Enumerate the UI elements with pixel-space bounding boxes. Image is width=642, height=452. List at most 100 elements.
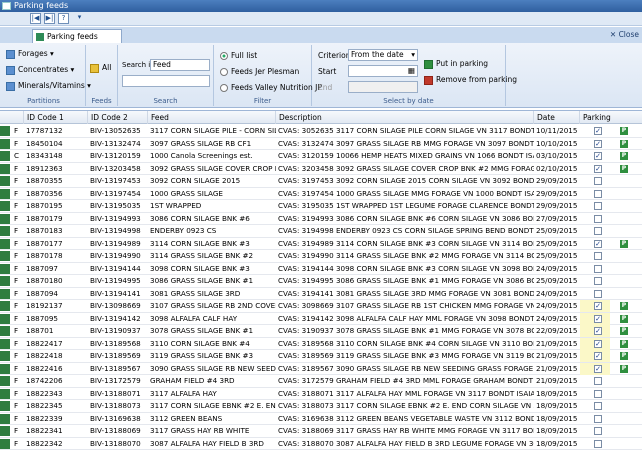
- parking-checkbox[interactable]: ✓: [594, 152, 602, 160]
- end-date-field[interactable]: [348, 81, 418, 93]
- table-row[interactable]: F 18870356 BIV-13197454 1000 GRASS SILAGE CV…: [0, 188, 642, 200]
- table-row[interactable]: F 18742206 BIV-13172579 GRAHAM FIELD #4 3RD…: [0, 375, 642, 388]
- parking-checkbox[interactable]: [594, 264, 602, 273]
- table-row[interactable]: F 18822417 BIV-13189568 3110 CORN SILAGE BN…: [0, 337, 642, 350]
- table-row[interactable]: F 18870177 BIV-13194989 3114 CORN SILAGE BN…: [0, 238, 642, 250]
- parking-checkbox[interactable]: [594, 427, 602, 435]
- table-row[interactable]: F 1887097 BIV-13194144 3098 CORN SILAGE BNK…: [0, 263, 642, 275]
- search-input[interactable]: [122, 75, 210, 87]
- filter-full-list[interactable]: Full list: [220, 51, 257, 60]
- next-record-icon[interactable]: ▶|: [44, 13, 55, 24]
- partition-cell: F: [14, 138, 19, 148]
- parking-checkbox[interactable]: [594, 214, 602, 223]
- header-id-code-2[interactable]: ID Code 2: [88, 111, 148, 124]
- help-icon[interactable]: ?: [58, 13, 69, 24]
- table-row[interactable]: F 17787132 BIV-13052635 3117 CORN SILAGE PI…: [0, 125, 642, 138]
- date-cell: 21/09/2015: [536, 351, 578, 360]
- table-row[interactable]: F 1887094 BIV-13194141 3081 GRASS SILAGE 3R…: [0, 288, 642, 300]
- date-cell: 22/09/2015: [536, 326, 578, 335]
- table-row[interactable]: F 1887095 BIV-13194142 3098 ALFALFA CALF HA…: [0, 312, 642, 325]
- parking-checkbox[interactable]: [594, 189, 602, 198]
- table-row[interactable]: F 188701 BIV-13190937 3078 GRASS SILAGE BNK…: [0, 325, 642, 338]
- start-date-field[interactable]: ▦: [348, 65, 418, 77]
- forages-icon: [6, 49, 15, 59]
- filter-jer-plesman[interactable]: Feeds Jer Plesman: [220, 67, 299, 76]
- description-cell: CVAS: 3189567 3090 GRASS SILAGE RB NEW S…: [278, 363, 534, 373]
- close-label: Close: [618, 30, 639, 39]
- table-row[interactable]: F 18870178 BIV-13194990 3114 GRASS SILAGE B…: [0, 250, 642, 263]
- parking-checkbox[interactable]: ✓: [594, 352, 602, 360]
- partition-cell: F: [14, 188, 19, 198]
- tab-parking-feeds[interactable]: Parking feeds [3724]: [32, 29, 122, 54]
- partition-cell: F: [14, 251, 19, 260]
- table-row[interactable]: F 18912363 BIV-13203458 3092 GRASS SILAGE C…: [0, 163, 642, 175]
- table-row[interactable]: C 18343148 BIV-13120159 1000 Canola Screeni…: [0, 150, 642, 163]
- forages-button[interactable]: Forages ▾: [6, 49, 54, 59]
- parking-checkbox[interactable]: [594, 377, 602, 385]
- parking-checkbox[interactable]: ✓: [594, 164, 602, 173]
- table-row[interactable]: F 18870195 BIV-13195035 1ST WRAPPED CVAS: 31…: [0, 200, 642, 213]
- parking-checkbox[interactable]: [594, 277, 602, 285]
- header-id-code-1[interactable]: ID Code 1: [24, 111, 88, 124]
- first-record-icon[interactable]: |◀: [30, 13, 41, 24]
- table-row[interactable]: F 18870179 BIV-13194993 3086 CORN SILAGE BN…: [0, 213, 642, 225]
- feed-cell: 3117 ALFALFA HAY: [150, 388, 217, 398]
- id-code-1-cell: 188701: [26, 326, 54, 335]
- parking-checkbox[interactable]: [594, 202, 602, 210]
- filter-valley-nutrition[interactable]: Feeds Valley Nutrition JP: [220, 83, 322, 92]
- table-row[interactable]: F 18450104 BIV-13132474 3097 GRASS SILAGE R…: [0, 138, 642, 150]
- concentrates-button[interactable]: Concentrates ▾: [6, 65, 74, 75]
- parking-checkbox[interactable]: ✓: [594, 327, 602, 335]
- parking-checkbox[interactable]: [594, 227, 602, 235]
- parking-checkbox[interactable]: [594, 252, 602, 260]
- id-code-2-cell: BIV-13172579: [90, 376, 141, 385]
- parking-checkbox[interactable]: [594, 414, 602, 423]
- parking-checkbox[interactable]: ✓: [594, 302, 602, 310]
- row-type-icon: [0, 351, 10, 361]
- table-row[interactable]: F 18822339 BIV-13169638 3112 GREEN BEANS CVA…: [0, 413, 642, 425]
- minerals-vitamins-button[interactable]: Minerals/Vitamins ▾: [6, 81, 91, 91]
- table-row[interactable]: F 18822343 BIV-13188071 3117 ALFALFA HAY CVA…: [0, 388, 642, 400]
- parking-cell: [580, 425, 610, 437]
- parking-checkbox[interactable]: [594, 439, 602, 448]
- parking-checkbox[interactable]: ✓: [594, 127, 602, 135]
- header-parking[interactable]: Parking: [580, 111, 642, 124]
- table-row[interactable]: F 18870183 BIV-13194998 ENDERBY 0923 CS CVAS…: [0, 225, 642, 238]
- parking-checkbox[interactable]: ✓: [594, 239, 602, 248]
- id-code-2-cell: BIV-13169638: [90, 413, 141, 423]
- remove-from-parking-button[interactable]: Remove from parking: [424, 75, 517, 85]
- parking-checkbox[interactable]: ✓: [594, 364, 602, 373]
- table-row[interactable]: F 18870180 BIV-13194995 3086 GRASS SILAGE B…: [0, 275, 642, 288]
- search-in-field[interactable]: Feed: [150, 59, 210, 71]
- table-row[interactable]: F 18822345 BIV-13188073 3117 CORN SILAGE EB…: [0, 400, 642, 413]
- parking-badge-icon: P: [620, 327, 628, 335]
- parking-checkbox[interactable]: ✓: [594, 139, 602, 148]
- id-code-2-cell: BIV-13132474: [90, 138, 141, 148]
- description-cell: CVAS: 3188073 3117 CORN SILAGE EBNK #2 E…: [278, 401, 534, 410]
- table-row[interactable]: F 18870355 BIV-13197453 3092 CORN SILAGE 20…: [0, 175, 642, 188]
- parking-checkbox[interactable]: [594, 177, 602, 185]
- parking-checkbox[interactable]: [594, 289, 602, 298]
- parking-checkbox[interactable]: [594, 389, 602, 398]
- table-row[interactable]: F 18822418 BIV-13189569 3119 GRASS SILAGE B…: [0, 350, 642, 363]
- parking-checkbox[interactable]: ✓: [594, 339, 602, 348]
- table-row[interactable]: F 18822416 BIV-13189567 3090 GRASS SILAGE R…: [0, 362, 642, 375]
- header-date[interactable]: Date: [534, 111, 580, 124]
- parking-cell: [580, 263, 610, 275]
- table-row[interactable]: F 18822341 BIV-13188069 3117 GRASS HAY RB W…: [0, 425, 642, 438]
- criterion-select[interactable]: From the date ▾: [348, 49, 418, 61]
- put-in-parking-button[interactable]: Put in parking: [424, 59, 488, 69]
- id-code-1-cell: 17787132: [26, 126, 63, 135]
- parking-checkbox[interactable]: [594, 402, 602, 410]
- row-type-icon: [0, 288, 10, 299]
- parking-checkbox[interactable]: ✓: [594, 314, 602, 323]
- close-button[interactable]: ✕ Close: [610, 30, 639, 39]
- all-feeds-button[interactable]: All: [90, 63, 111, 73]
- customize-dropdown-icon[interactable]: ▾: [74, 13, 85, 24]
- header-feed[interactable]: Feed: [148, 111, 276, 124]
- table-row[interactable]: F 18192137 BIV-13098669 3107 GRASS SILAGE R…: [0, 300, 642, 313]
- header-description[interactable]: Description: [276, 111, 534, 124]
- description-cell: CVAS: 3188070 3087 ALFALFA HAY FIELD B 3…: [278, 438, 534, 448]
- table-row[interactable]: F 18822342 BIV-13188070 3087 ALFALFA HAY FI…: [0, 438, 642, 450]
- calendar-icon[interactable]: ▦: [408, 66, 415, 76]
